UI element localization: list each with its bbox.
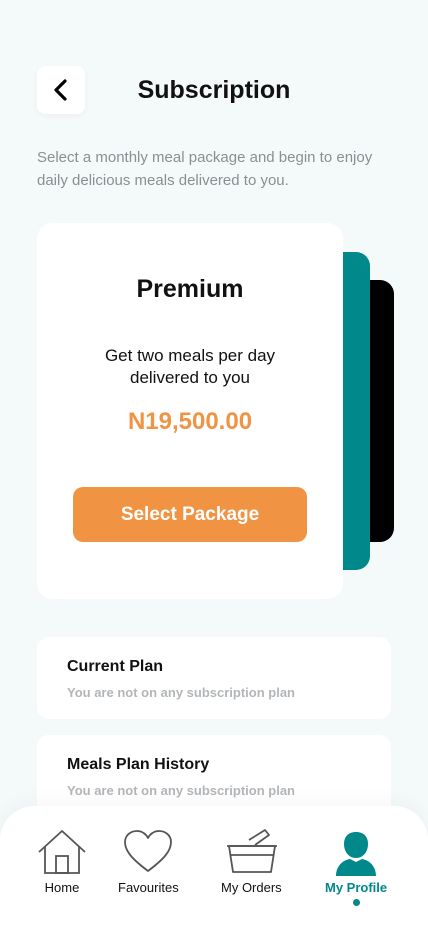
home-icon	[38, 830, 86, 874]
plan-price: N19,500.00	[127, 408, 253, 435]
current-plan-status: You are not on any subscription plan	[67, 685, 296, 700]
nav-label-favourites: Favourites	[118, 880, 179, 895]
nav-item-favourites[interactable]: Favourites	[118, 828, 179, 895]
nav-label-my-profile: My Profile	[325, 880, 388, 895]
profile-icon	[336, 832, 377, 876]
history-status: You are not on any subscription plan	[67, 783, 296, 798]
bottom-nav: Home Favourites My Orders My Profile	[0, 806, 428, 926]
active-indicator	[352, 899, 360, 906]
nav-item-my-profile[interactable]: My Profile	[325, 828, 387, 906]
basket-icon	[227, 829, 278, 873]
page-title: Subscription	[137, 76, 291, 104]
heart-icon	[124, 830, 173, 872]
page-subtitle: Select a monthly meal package and begin …	[37, 149, 373, 189]
nav-item-my-orders[interactable]: My Orders	[221, 828, 282, 895]
current-plan-heading: Current Plan	[67, 658, 164, 675]
meals-plan-history-card[interactable]: Meals Plan History You are not on any su…	[37, 735, 391, 817]
history-heading: Meals Plan History	[67, 756, 210, 773]
plan-card: Premium Get two meals per day delivered …	[37, 223, 343, 599]
plan-name: Premium	[136, 275, 244, 303]
nav-label-my-orders: My Orders	[221, 880, 282, 895]
nav-label-home: Home	[44, 880, 80, 895]
plan-description: Get two meals per day delivered to you	[104, 346, 276, 387]
select-package-button[interactable]: Select Package	[73, 487, 307, 542]
nav-item-home[interactable]: Home	[36, 828, 88, 895]
current-plan-card[interactable]: Current Plan You are not on any subscrip…	[37, 637, 391, 719]
